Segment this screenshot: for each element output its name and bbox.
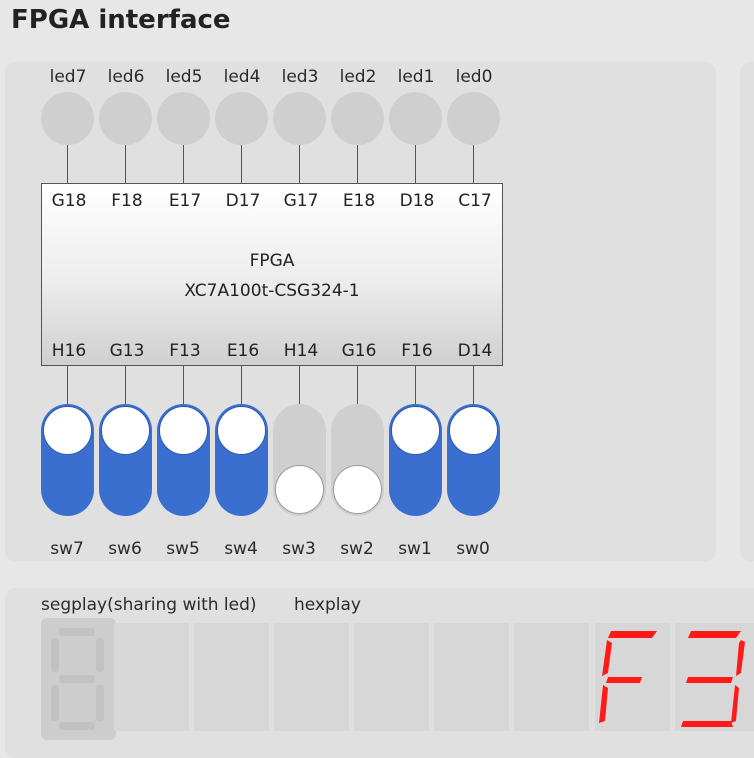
switch-sw5[interactable] — [157, 404, 210, 516]
led-0[interactable] — [447, 92, 500, 145]
led-3[interactable] — [273, 92, 326, 145]
led-pin: G18 — [51, 191, 87, 211]
switch-knob — [391, 406, 440, 455]
side-panel — [740, 62, 754, 561]
led-label: led4 — [223, 67, 261, 87]
led-label: led5 — [165, 67, 203, 87]
switch-knob — [43, 406, 92, 455]
wire — [241, 145, 242, 183]
switch-pin: H14 — [283, 341, 319, 361]
led-pin: F18 — [111, 191, 143, 211]
switch-sw4[interactable] — [215, 404, 268, 516]
switch-sw1[interactable] — [389, 404, 442, 516]
switch-pin: H16 — [51, 341, 87, 361]
led-pin: E18 — [342, 191, 376, 211]
led-pin: E17 — [168, 191, 202, 211]
chip-model: XC7A100t-CSG324-1 — [184, 281, 360, 301]
switch-pin: G13 — [109, 341, 145, 361]
wire — [473, 145, 474, 183]
seven-segment-icon — [599, 631, 657, 723]
wire — [183, 365, 184, 405]
switch-pin: E16 — [226, 341, 260, 361]
led-label: led3 — [281, 67, 319, 87]
wire — [67, 145, 68, 183]
wire — [473, 365, 474, 405]
hex-digit-box — [194, 623, 269, 731]
switch-knob — [217, 406, 266, 455]
switch-pin: F16 — [401, 341, 433, 361]
seven-segment-icon — [51, 628, 104, 730]
wire — [357, 365, 358, 405]
led-label: led6 — [107, 67, 145, 87]
hex-digit-box — [434, 623, 509, 731]
hex-digit-box — [114, 623, 189, 731]
segplay-label: segplay(sharing with led) — [41, 595, 257, 615]
wire — [183, 145, 184, 183]
switch-sw0[interactable] — [447, 404, 500, 516]
wire — [67, 365, 68, 405]
led-label: led7 — [49, 67, 87, 87]
switch-knob — [333, 465, 382, 514]
wire — [357, 145, 358, 183]
hex-digit-box — [274, 623, 349, 731]
led-pin: C17 — [458, 191, 492, 211]
switch-label: sw6 — [108, 539, 142, 559]
switch-knob — [449, 406, 498, 455]
switch-pin: G16 — [341, 341, 377, 361]
seven-segment-icon — [681, 631, 745, 727]
wire — [415, 365, 416, 405]
switch-label: sw4 — [224, 539, 258, 559]
wire — [415, 145, 416, 183]
led-label: led1 — [397, 67, 435, 87]
wire — [299, 365, 300, 405]
switch-sw6[interactable] — [99, 404, 152, 516]
chip-name: FPGA — [249, 251, 295, 271]
led-7[interactable] — [41, 92, 94, 145]
fpga-chip: G18 F18 E17 D17 G17 E18 D18 C17 FPGA XC7… — [41, 183, 503, 366]
switch-knob — [275, 465, 324, 514]
led-label: led0 — [455, 67, 493, 87]
led-5[interactable] — [157, 92, 210, 145]
segplay-digit[interactable] — [41, 618, 116, 740]
switch-label: sw1 — [398, 539, 432, 559]
wire — [125, 365, 126, 405]
hex-digit-box — [514, 623, 589, 731]
switch-sw3[interactable] — [273, 404, 326, 516]
led-pin: G17 — [283, 191, 319, 211]
switch-sw2[interactable] — [331, 404, 384, 516]
switch-pin: F13 — [169, 341, 201, 361]
hex-digit-F: F — [595, 623, 670, 731]
led-pin: D18 — [399, 191, 435, 211]
hexplay-label: hexplay — [294, 595, 361, 615]
switch-label: sw7 — [50, 539, 84, 559]
switch-label: sw0 — [456, 539, 490, 559]
led-2[interactable] — [331, 92, 384, 145]
wire — [241, 365, 242, 405]
led-4[interactable] — [215, 92, 268, 145]
led-1[interactable] — [389, 92, 442, 145]
page-title: FPGA interface — [11, 5, 231, 35]
switch-label: sw5 — [166, 539, 200, 559]
led-pin: D17 — [225, 191, 261, 211]
wire — [299, 145, 300, 183]
wire — [125, 145, 126, 183]
switch-label: sw2 — [340, 539, 374, 559]
hex-digit-box — [354, 623, 429, 731]
switch-label: sw3 — [282, 539, 316, 559]
switch-pin: D14 — [457, 341, 493, 361]
hex-digit-3: 3 — [675, 623, 754, 731]
switch-knob — [159, 406, 208, 455]
switch-knob — [101, 406, 150, 455]
led-label: led2 — [339, 67, 377, 87]
switch-sw7[interactable] — [41, 404, 94, 516]
led-6[interactable] — [99, 92, 152, 145]
